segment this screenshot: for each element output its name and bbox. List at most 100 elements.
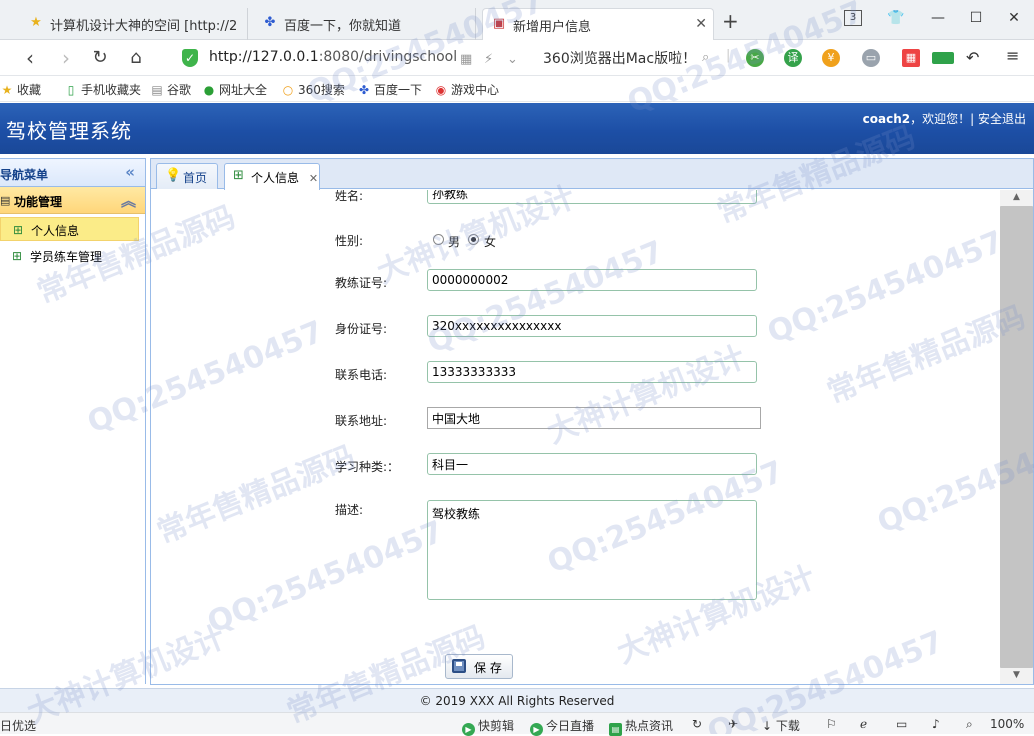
dropdown-icon[interactable]: ⌄ <box>507 52 518 67</box>
home-icon[interactable]: ⌂ <box>124 46 148 70</box>
window-icon[interactable]: ▭ <box>896 717 907 731</box>
logout-link[interactable]: 安全退出 <box>978 112 1026 126</box>
gender-male-radio[interactable] <box>433 234 444 245</box>
status-refresh-icon[interactable]: ↻ <box>692 717 702 731</box>
nav-item-student-practice[interactable]: ⊞ 学员练车管理 <box>0 244 139 268</box>
minimize-icon[interactable]: — <box>928 10 948 26</box>
tree-icon: ⊞ <box>233 168 244 183</box>
undo-icon[interactable]: ↶ <box>966 48 979 67</box>
bookmark-games[interactable]: ◉ 游戏中心 <box>434 81 499 98</box>
url-text: http://127.0.0.1:8080/drivingschool <box>209 49 458 65</box>
status-tools-icon[interactable]: ✈ <box>728 717 738 731</box>
bookmark-360search[interactable]: ○ 360搜索 <box>281 81 345 98</box>
lightning-icon[interactable]: ⚡ <box>484 52 493 67</box>
floppy-disk-icon <box>452 659 466 673</box>
skin-icon[interactable]: 👕 <box>886 10 906 26</box>
news-icon: ▤ <box>609 723 622 736</box>
collapse-left-icon[interactable]: « <box>125 163 135 181</box>
tab-personal-info[interactable]: ⊞ 个人信息 ✕ <box>224 163 320 190</box>
browser-tab-1[interactable]: ★ 计算机设计大神的空间 [http://2 <box>20 8 248 40</box>
status-hot-news[interactable]: ▤ 热点资讯 <box>609 717 673 736</box>
address-bar-row: ‹ › ↻ ⌂ ✓ http://127.0.0.1:8080/drivings… <box>0 40 1034 76</box>
bookmark-google[interactable]: ▤ 谷歌 <box>150 81 191 98</box>
browser-tab-title: 计算机设计大神的空间 [http://2 <box>50 19 238 34</box>
apps-icon[interactable]: ▦ <box>902 49 920 67</box>
status-daily-picks[interactable]: 日优选 <box>0 717 36 734</box>
address-field[interactable] <box>427 407 761 429</box>
save-button[interactable]: 保 存 <box>445 654 513 679</box>
translate-icon[interactable]: 译 <box>784 49 802 67</box>
star-icon: ★ <box>1 83 13 97</box>
status-quick-cut[interactable]: ▶ 快剪辑 <box>462 717 514 736</box>
coupon-icon[interactable]: ¥ <box>822 49 840 67</box>
play-icon: ▶ <box>530 723 543 736</box>
username: coach2 <box>862 112 911 126</box>
screenshot-icon[interactable]: ▭ <box>862 49 880 67</box>
nav-item-label: 个人信息 <box>31 224 80 238</box>
license-label: 教练证号: <box>335 276 388 290</box>
lightbulb-icon: 💡 <box>165 168 182 183</box>
search-icon[interactable]: ⌕ <box>702 50 709 65</box>
zoom-search-icon[interactable]: ⌕ <box>966 717 973 732</box>
course-field[interactable] <box>427 453 757 475</box>
zoom-level[interactable]: 100% <box>990 717 1024 731</box>
tab-count-badge[interactable]: 3 <box>844 10 862 26</box>
url-field[interactable]: ✓ http://127.0.0.1:8080/drivingschool <box>176 45 526 71</box>
gender-male-label: 男 <box>448 235 461 249</box>
security-shield-icon: ✓ <box>182 49 198 67</box>
flag-icon[interactable]: ⚐ <box>826 717 837 731</box>
gender-female-label: 女 <box>484 235 497 249</box>
browser-status-bar: 日优选 ▶ 快剪辑 ▶ 今日直播 ▤ 热点资讯 ↻ ✈ ↓ 下载 ⚐ ℯ ▭ ♪ ⌕ … <box>0 712 1034 736</box>
browser-tab-3-active[interactable]: ▣ 新增用户信息 ✕ <box>482 8 714 40</box>
close-icon[interactable]: ✕ <box>309 172 318 185</box>
gender-label: 性别: <box>335 234 364 248</box>
personal-info-form: 姓名: 性别: 男 女 教练证号: 身份证号: 联系电话: 联系地址: 学习种类… <box>152 190 999 684</box>
gender-female-radio[interactable] <box>468 234 479 245</box>
status-live[interactable]: ▶ 今日直播 <box>530 717 594 736</box>
ie-icon[interactable]: ℯ <box>860 717 867 731</box>
scrollbar-thumb[interactable] <box>1000 206 1033 668</box>
page-icon: ▣ <box>492 16 506 31</box>
tree-icon: ⊞ <box>13 223 24 237</box>
idcard-field[interactable] <box>427 315 757 337</box>
close-window-icon[interactable]: ✕ <box>1004 10 1024 26</box>
name-field[interactable] <box>427 190 757 204</box>
bookmark-baidu[interactable]: ✤ 百度一下 <box>357 81 422 98</box>
tab-home[interactable]: 💡 首页 <box>156 163 218 189</box>
maximize-icon[interactable]: ☐ <box>966 10 986 26</box>
nav-item-personal-info[interactable]: ⊞ 个人信息 <box>0 217 139 241</box>
bookmark-favorites[interactable]: ★ 收藏 <box>0 81 41 98</box>
scroll-up-icon[interactable]: ▲ <box>1000 192 1033 206</box>
nav-menu-title: 导航菜单 <box>0 168 49 182</box>
promo-text[interactable]: 360浏览器出Mac版啦！ <box>543 48 696 68</box>
forward-icon[interactable]: › <box>54 46 78 70</box>
battery-icon <box>932 52 954 64</box>
browser-tab-title: 百度一下，你就知道 <box>284 19 402 34</box>
menu-icon[interactable]: ≡ <box>1006 46 1019 65</box>
close-tab-icon[interactable]: ✕ <box>695 16 707 32</box>
license-field[interactable] <box>427 269 757 291</box>
scroll-down-icon[interactable]: ▼ <box>1000 670 1033 684</box>
bookmark-mobile[interactable]: ▯ 手机收藏夹 <box>64 81 141 98</box>
browser-tab-title: 新增用户信息 <box>513 20 592 35</box>
vertical-scrollbar[interactable]: ▲ ▼ <box>1000 190 1033 684</box>
description-textarea[interactable]: 驾校教练 <box>427 500 757 600</box>
phone-field[interactable] <box>427 361 757 383</box>
idcard-label: 身份证号: <box>335 322 388 336</box>
page-icon: ▤ <box>151 83 163 97</box>
star-icon: ★ <box>30 15 42 30</box>
fold-up-icon[interactable]: ︽ <box>121 190 136 211</box>
back-icon[interactable]: ‹ <box>18 46 42 70</box>
function-panel-header[interactable]: ▤ 功能管理 ︽ <box>0 187 145 214</box>
new-tab-button[interactable]: + <box>722 9 739 33</box>
status-download[interactable]: ↓ 下载 <box>762 717 800 734</box>
volume-icon[interactable]: ♪ <box>932 717 940 731</box>
bookmark-sites[interactable]: ● 网址大全 <box>202 81 267 98</box>
tree-icon: ⊞ <box>12 249 23 263</box>
qr-icon[interactable]: ▦ <box>460 52 472 67</box>
browser-tab-2[interactable]: ✤ 百度一下，你就知道 <box>254 8 476 40</box>
scissors-icon[interactable]: ✂ <box>746 49 764 67</box>
baidu-paw-icon: ✤ <box>264 15 276 30</box>
download-icon: ↓ <box>762 719 776 733</box>
refresh-icon[interactable]: ↻ <box>88 46 112 70</box>
